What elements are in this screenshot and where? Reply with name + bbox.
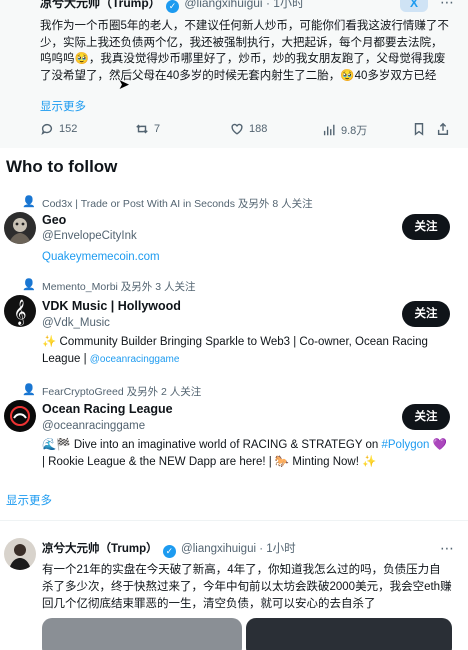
bio-link[interactable]: Quakeymemecoin.com	[42, 251, 160, 263]
account-handle[interactable]: @Vdk_Music	[42, 317, 110, 329]
reply-button[interactable]: 152	[40, 122, 77, 136]
views-button[interactable]: 9.8万	[322, 122, 367, 138]
retweet-button[interactable]: 7	[135, 122, 160, 136]
follow-button[interactable]: 关注	[402, 404, 450, 430]
bio-mention[interactable]: @oceanracinggame	[90, 354, 180, 365]
author-handle[interactable]: @liangxihuigui	[184, 0, 262, 10]
tweet-text: 我作为一个币圈5年的老人，不建议任何新人炒币，可能你们看我这波行情赚了不少，实际…	[40, 20, 449, 82]
show-more-link[interactable]: 显示更多	[40, 98, 86, 114]
tweet-header: 凉兮大元帅（Trump） ✓ @liangxihuigui · 1小时	[42, 540, 296, 558]
svg-text:𝄞: 𝄞	[13, 299, 26, 325]
avatar[interactable]	[4, 538, 36, 570]
bio-hashtag[interactable]: #Polygon	[381, 439, 429, 451]
person-icon: 👤	[22, 279, 36, 291]
tweet-time[interactable]: · 1小时	[266, 0, 304, 10]
account-name[interactable]: Geo	[42, 213, 66, 227]
more-options-icon[interactable]: ⋯	[440, 540, 454, 557]
share-icon	[437, 122, 449, 135]
bookmark-button[interactable]	[412, 122, 426, 136]
who-to-follow-show-more[interactable]: 显示更多	[6, 492, 52, 508]
retweet-icon	[136, 124, 148, 134]
account-name[interactable]: Ocean Racing League	[42, 402, 173, 416]
account-name[interactable]: VDK Music | Hollywood	[42, 299, 181, 313]
account-bio: 🌊🏁 Dive into an imaginative world of RAC…	[42, 437, 452, 471]
media-image[interactable]	[42, 618, 242, 650]
who-to-follow-title: Who to follow	[6, 157, 118, 176]
media-image[interactable]	[246, 618, 452, 650]
verified-icon: ✓	[166, 0, 180, 13]
social-context: Memento_Morbi 及另外 3 人关注	[42, 281, 196, 293]
views-icon	[323, 124, 335, 136]
person-icon: 👤	[22, 384, 36, 396]
tweet-time[interactable]: · 1小时	[259, 543, 295, 555]
tweet-text: 有一个21年的实盘在今天破了新高，4年了，你知道我怎么过的吗，负债压力自杀了多少…	[42, 564, 452, 610]
avatar[interactable]	[4, 400, 36, 432]
social-context: FearCryptoGreed 及另外 2 人关注	[42, 386, 202, 398]
account-handle[interactable]: @EnvelopeCityInk	[42, 230, 137, 242]
reply-icon	[41, 123, 53, 135]
more-options-icon[interactable]: ⋯	[440, 0, 454, 11]
views-count: 9.8万	[341, 125, 368, 137]
author-name[interactable]: 凉兮大元帅（Trump）	[40, 0, 161, 10]
account-bio: ✨ Community Builder Bringing Sparkle to …	[42, 334, 452, 368]
like-count: 188	[249, 123, 268, 135]
account-bio: Quakeymemecoin.com	[42, 249, 452, 266]
bio-text: 🌊🏁 Dive into an imaginative world of RAC…	[42, 439, 379, 451]
follow-button[interactable]: 关注	[402, 214, 450, 240]
follow-button[interactable]: 关注	[402, 301, 450, 327]
retweet-count: 7	[154, 123, 161, 135]
top-tweet[interactable]: 凉兮大元帅（Trump） ✓ @liangxihuigui · 1小时 X ⋯ …	[0, 0, 468, 148]
share-button[interactable]	[436, 122, 450, 136]
avatar[interactable]: 𝄞	[4, 295, 36, 327]
account-handle[interactable]: @oceanracinggame	[42, 420, 145, 432]
like-button[interactable]: 188	[230, 122, 267, 136]
mouse-cursor-icon: ➤	[118, 76, 130, 92]
tweet-actions: 152 7 188 9.8万	[40, 122, 450, 140]
grok-icon[interactable]: X	[400, 0, 428, 12]
section-divider	[0, 520, 468, 521]
reply-count: 152	[59, 123, 78, 135]
verified-icon: ✓	[162, 545, 176, 558]
avatar[interactable]	[4, 212, 36, 244]
bookmark-icon	[414, 123, 424, 136]
social-context: Cod3x | Trade or Post With AI in Seconds…	[42, 198, 313, 210]
tweet-header: 凉兮大元帅（Trump） ✓ @liangxihuigui · 1小时	[40, 0, 304, 13]
heart-icon	[231, 123, 243, 135]
person-icon: 👤	[22, 196, 36, 208]
author-handle[interactable]: @liangxihuigui	[181, 543, 256, 555]
author-name[interactable]: 凉兮大元帅（Trump）	[42, 543, 158, 555]
